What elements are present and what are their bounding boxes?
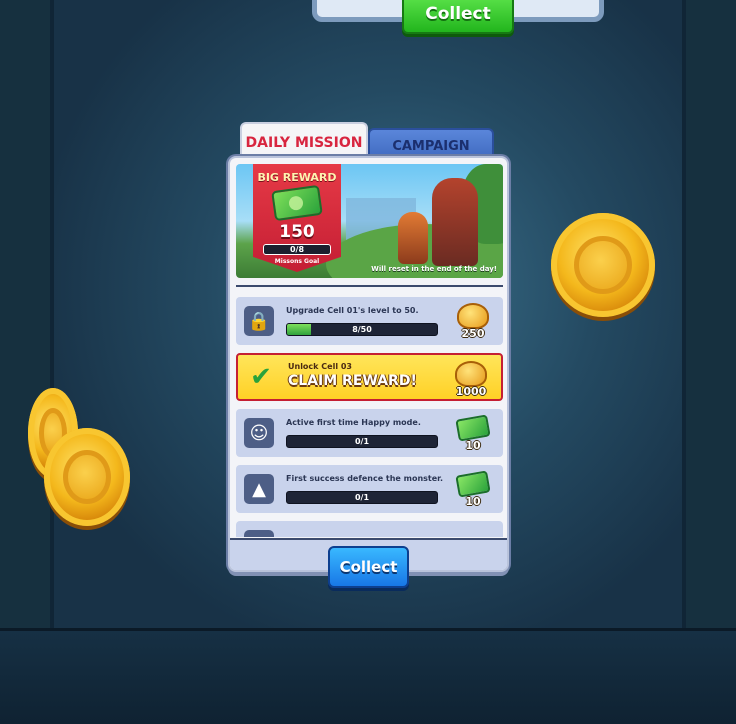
reward-amount: 10 [465,439,481,452]
big-reward-banner: Will reset in the end of the day! BIG RE… [236,164,503,278]
mission-item-partial[interactable] [236,521,503,537]
coin-stack-icon [455,361,487,387]
mission-reward: 10 [453,413,493,453]
cash-stack-icon [271,184,323,222]
mission-reward: 250 [453,301,493,341]
mission-progress-text: 0/1 [354,493,370,502]
gold-coin-icon [551,213,655,317]
mission-text: Unlock Cell 03 [288,362,352,371]
reward-amount: 10 [465,495,481,508]
guardian-character-illustration [432,178,478,266]
gold-coin-icon [44,428,130,526]
big-reward-ribbon: BIG REWARD 150 0/8 Missons Goal [253,164,341,272]
lock-icon: 🔒 [244,306,274,336]
daily-mission-panel: Will reset in the end of the day! BIG RE… [228,156,509,572]
mission-reward: 10 [453,469,493,509]
missions-goal-progress: 0/8 [263,244,331,255]
mission-tabs: DAILY MISSION CAMPAIGN [240,122,496,162]
mission-item[interactable]: ▲ First success defence the monster. 0/1… [236,465,503,513]
mission-progress-bar: 0/1 [286,491,438,504]
mission-progress-text: 8/50 [352,325,372,334]
background-floor [0,628,736,724]
background-left-strip [0,0,52,724]
mission-text: Active first time Happy mode. [286,418,421,427]
cash-stack-icon [455,414,491,442]
happy-face-icon: ☺ [244,418,274,448]
mission-reward: 1000 [451,359,491,399]
mission-progress-bar: 0/1 [286,435,438,448]
mission-text: Upgrade Cell 01's level to 50. [286,306,419,315]
claim-reward-label[interactable]: CLAIM REWARD! [288,373,417,389]
mission-item[interactable]: ☺ Active first time Happy mode. 0/1 10 [236,409,503,457]
mission-text: First success defence the monster. [286,474,444,483]
mission-item[interactable]: 🔒 Upgrade Cell 01's level to 50. 8/50 25… [236,297,503,345]
mission-claim-item[interactable]: ✔ Unlock Cell 03 CLAIM REWARD! 1000 [236,353,503,401]
mission-progress-bar: 8/50 [286,323,438,336]
reset-note: Will reset in the end of the day! [371,265,497,273]
cat-character-illustration [398,212,428,264]
monster-icon: ▲ [244,474,274,504]
background-right-strip [684,0,736,724]
big-reward-value: 150 [279,222,315,242]
collect-button[interactable]: Collect [328,546,409,588]
coin-stack-icon [457,303,489,329]
mission-icon [244,530,274,537]
mission-progress-text: 0/1 [354,437,370,446]
check-icon: ✔ [250,362,272,392]
mission-list[interactable]: 🔒 Upgrade Cell 01's level to 50. 8/50 25… [236,297,503,537]
reward-amount: 250 [461,327,485,340]
big-reward-title: BIG REWARD [257,171,337,184]
top-collect-button[interactable]: Collect [402,0,514,34]
reward-amount: 1000 [455,385,487,398]
divider [236,285,503,287]
cash-stack-icon [455,470,491,498]
